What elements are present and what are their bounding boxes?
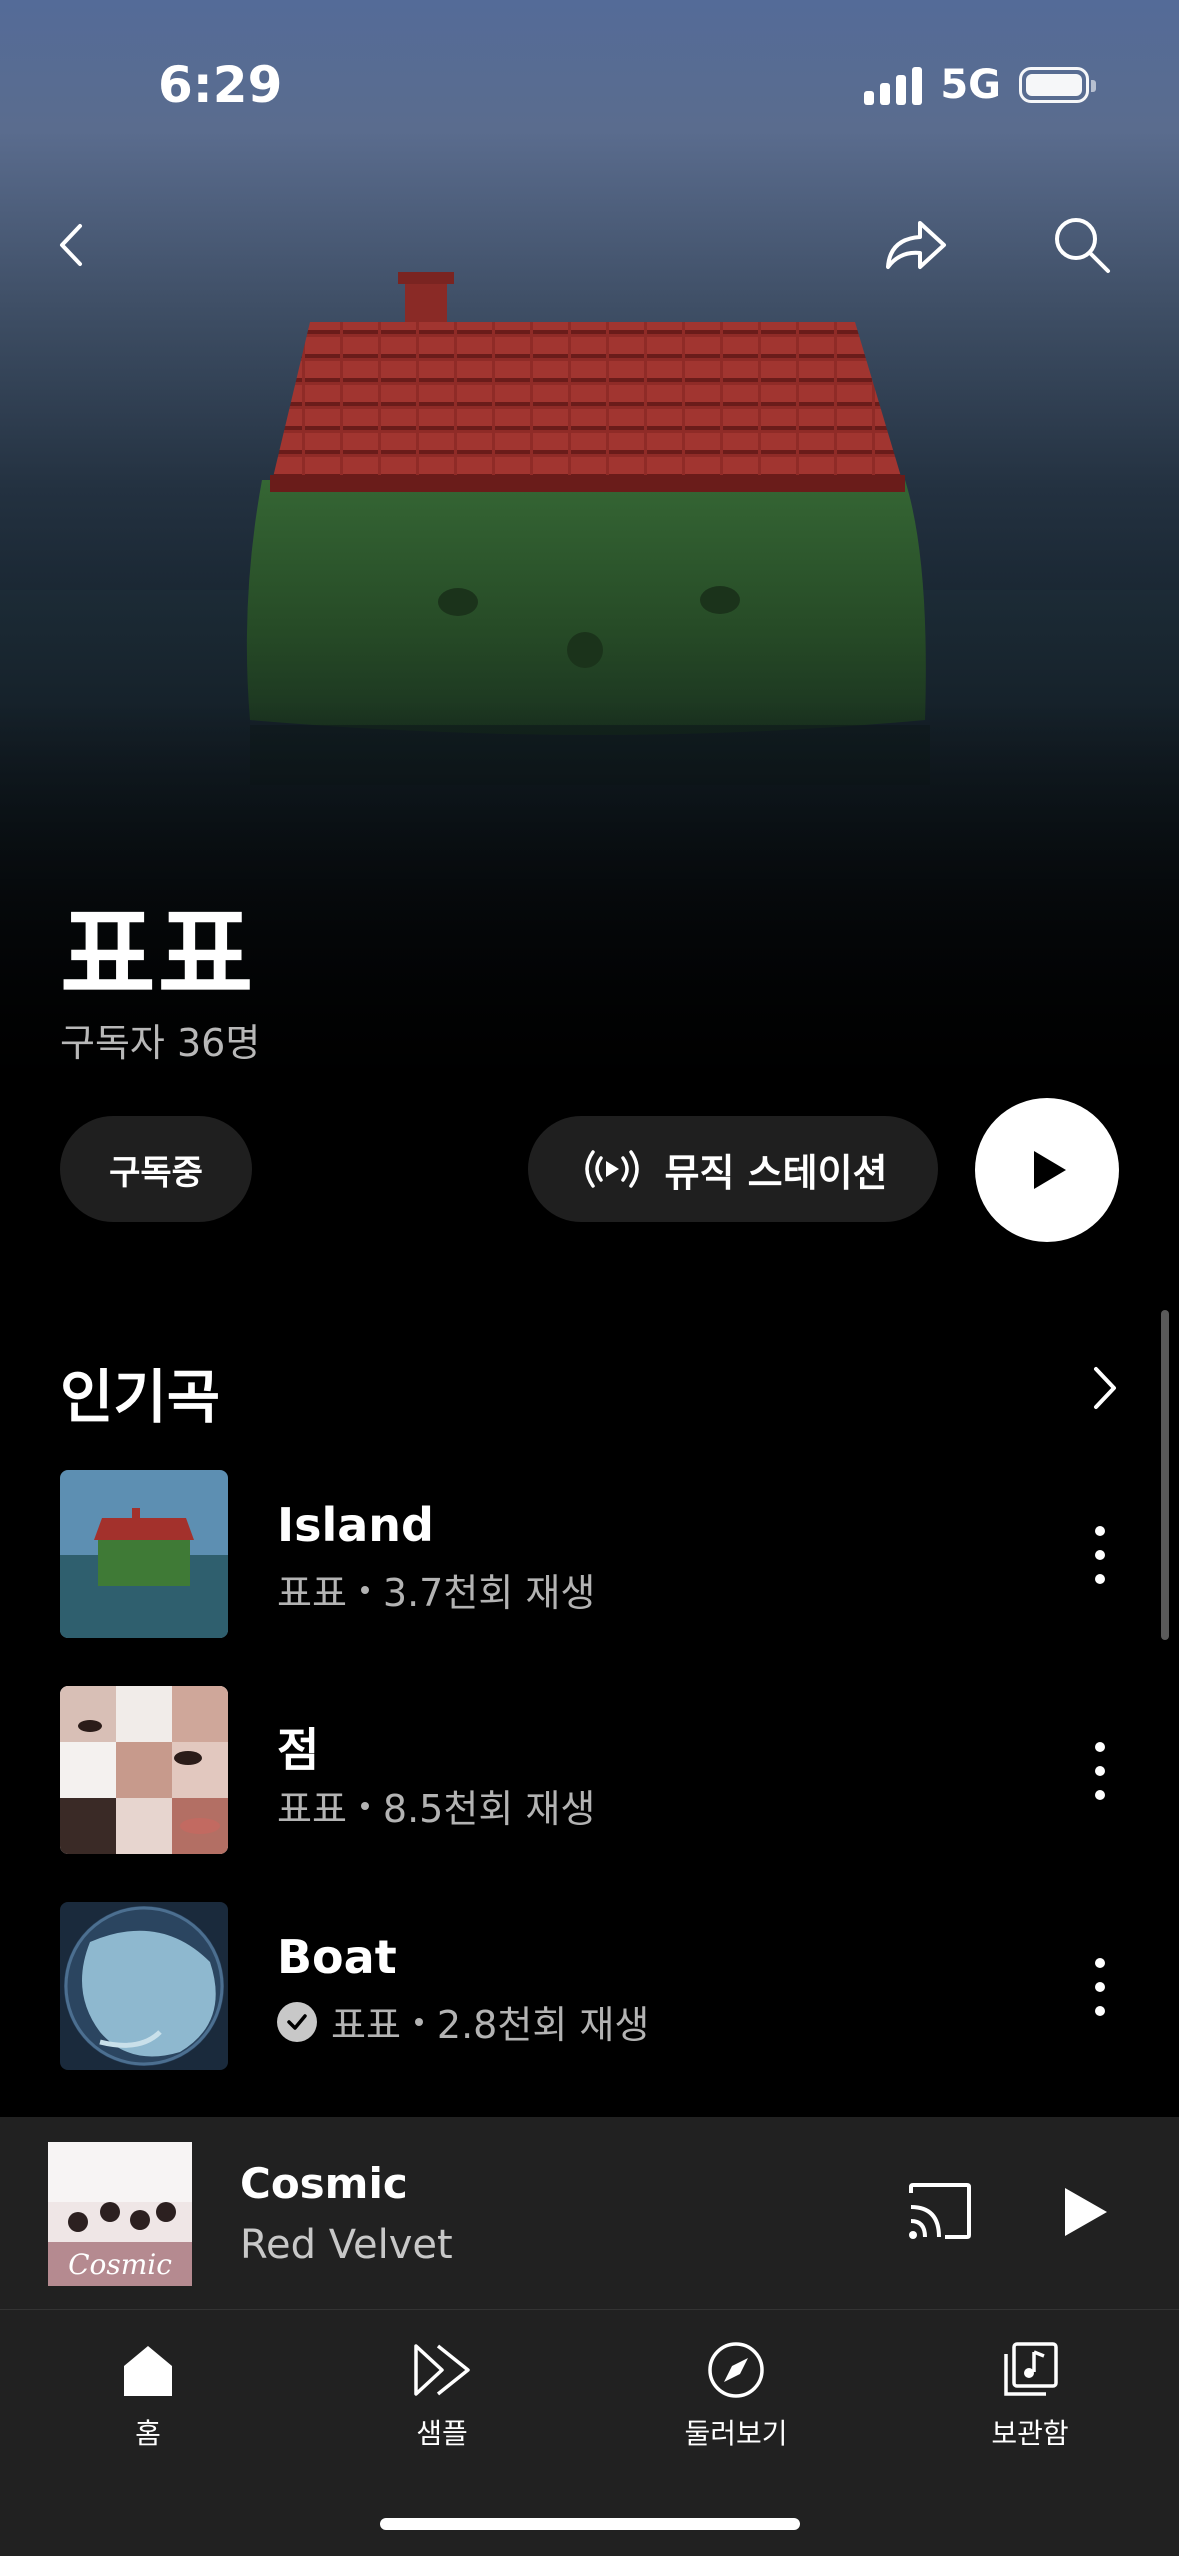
song-artist: 표표 (331, 2003, 401, 2047)
search-icon (1055, 218, 1110, 273)
cast-button[interactable] (905, 2177, 975, 2247)
song-meta: 표표 8.5천회 재생 (277, 1778, 595, 1833)
song-row[interactable]: Island 표표 3.7천회 재생 (0, 1470, 1179, 1640)
song-artist: 표표 (277, 1571, 347, 1615)
nav-label: 샘플 (416, 2417, 468, 2450)
status-indicators: 5G (864, 62, 1096, 108)
song-meta: 표표 3.7천회 재생 (277, 1562, 595, 1617)
explore-icon (708, 2342, 764, 2398)
now-playing-artist: Red Velvet (240, 2222, 453, 2268)
home-icon (124, 2346, 172, 2396)
song-thumbnail (60, 1686, 228, 1854)
song-plays: 3.7천회 재생 (382, 1571, 596, 1615)
song-title: Boat (277, 1930, 397, 1984)
subscribe-button[interactable]: 구독중 (60, 1116, 252, 1222)
battery-icon (1019, 67, 1096, 103)
section-title-popular: 인기곡 (60, 1363, 221, 1431)
song-title: Island (277, 1498, 434, 1552)
nav-item-library[interactable]: 보관함 (930, 2340, 1130, 2452)
song-thumbnail (60, 1470, 228, 1638)
more-options-button[interactable] (1080, 1736, 1120, 1806)
cast-icon (909, 2183, 971, 2239)
song-row[interactable]: 점 표표 8.5천회 재생 (0, 1686, 1179, 1856)
back-button[interactable] (32, 205, 112, 285)
search-button[interactable] (1042, 205, 1122, 285)
nav-label: 홈 (135, 2417, 161, 2450)
network-type: 5G (940, 62, 1001, 108)
subscribe-label: 구독중 (109, 1152, 203, 1193)
mini-player[interactable]: Cosmic Cosmic Red Velvet (0, 2117, 1179, 2309)
scrollbar[interactable] (1161, 1310, 1169, 1640)
now-playing-art-text: Cosmic (68, 2248, 172, 2281)
play-icon (1065, 2188, 1107, 2236)
nav-label: 보관함 (991, 2417, 1069, 2450)
nav-label: 둘러보기 (684, 2417, 788, 2450)
subscriber-count: 구독자 36명 (60, 1021, 261, 1065)
popular-more-button[interactable] (1080, 1358, 1130, 1418)
more-options-button[interactable] (1080, 1952, 1120, 2022)
song-thumbnail (60, 1902, 228, 2070)
mini-play-button[interactable] (1055, 2182, 1115, 2242)
now-playing-artwork: Cosmic (48, 2142, 192, 2286)
play-all-button[interactable] (975, 1098, 1119, 1242)
share-icon (886, 221, 946, 269)
artist-name: 표표 (60, 894, 256, 1016)
chevron-left-icon (60, 224, 82, 266)
song-title: 점 (277, 1723, 320, 1777)
song-meta: 표표 2.8천회 재생 (277, 1994, 649, 2049)
library-icon (1004, 2342, 1058, 2396)
song-plays: 8.5천회 재생 (382, 1787, 596, 1831)
music-station-button[interactable]: 뮤직 스테이션 (528, 1116, 938, 1222)
song-plays: 2.8천회 재생 (436, 2003, 650, 2047)
music-station-label: 뮤직 스테이션 (664, 1150, 888, 1195)
home-indicator[interactable] (380, 2518, 800, 2530)
nav-item-explore[interactable]: 둘러보기 (636, 2340, 836, 2452)
status-time: 6:29 (158, 56, 283, 114)
song-row[interactable]: Boat 표표 2.8천회 재생 (0, 1902, 1179, 2072)
verified-icon (277, 2001, 317, 2042)
nav-item-home[interactable]: 홈 (48, 2340, 248, 2452)
chevron-right-icon (1094, 1367, 1116, 1409)
share-button[interactable] (875, 205, 955, 285)
nav-item-samples[interactable]: 샘플 (342, 2340, 542, 2452)
radio-icon (584, 1150, 639, 1188)
song-artist: 표표 (277, 1787, 347, 1831)
signal-icon (864, 65, 923, 105)
now-playing-title: Cosmic (240, 2159, 408, 2208)
samples-icon (414, 2344, 470, 2396)
more-options-button[interactable] (1080, 1520, 1120, 1590)
play-icon (1034, 1151, 1066, 1189)
